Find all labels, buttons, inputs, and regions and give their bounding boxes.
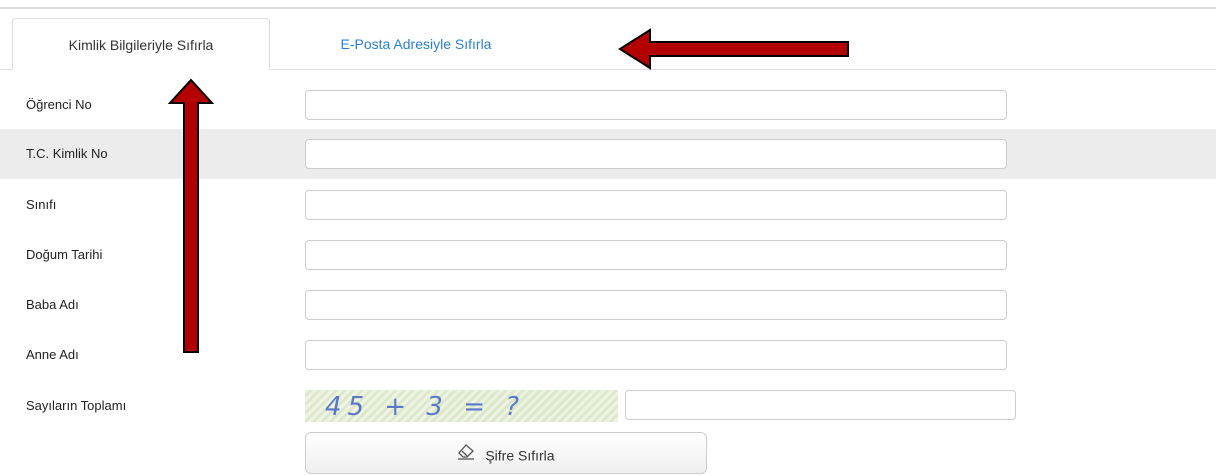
left-arrow: [618, 28, 849, 70]
up-arrow: [167, 78, 215, 353]
annotation-arrows: [167, 28, 849, 353]
